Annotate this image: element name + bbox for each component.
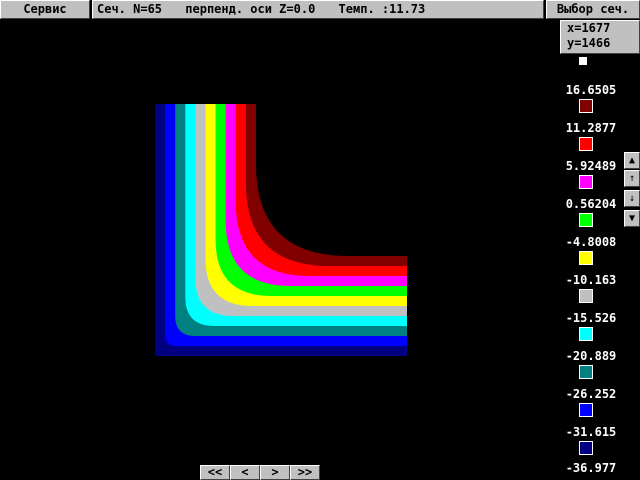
- contour-band: [155, 104, 407, 356]
- last-section-button[interactable]: >>: [290, 465, 320, 480]
- prev-section-button[interactable]: <: [230, 465, 260, 480]
- first-section-button[interactable]: <<: [200, 465, 230, 480]
- contour-bands: [155, 104, 407, 356]
- contour-band: [155, 350, 407, 356]
- next-section-button[interactable]: >: [260, 465, 290, 480]
- contour-plot: [155, 104, 407, 356]
